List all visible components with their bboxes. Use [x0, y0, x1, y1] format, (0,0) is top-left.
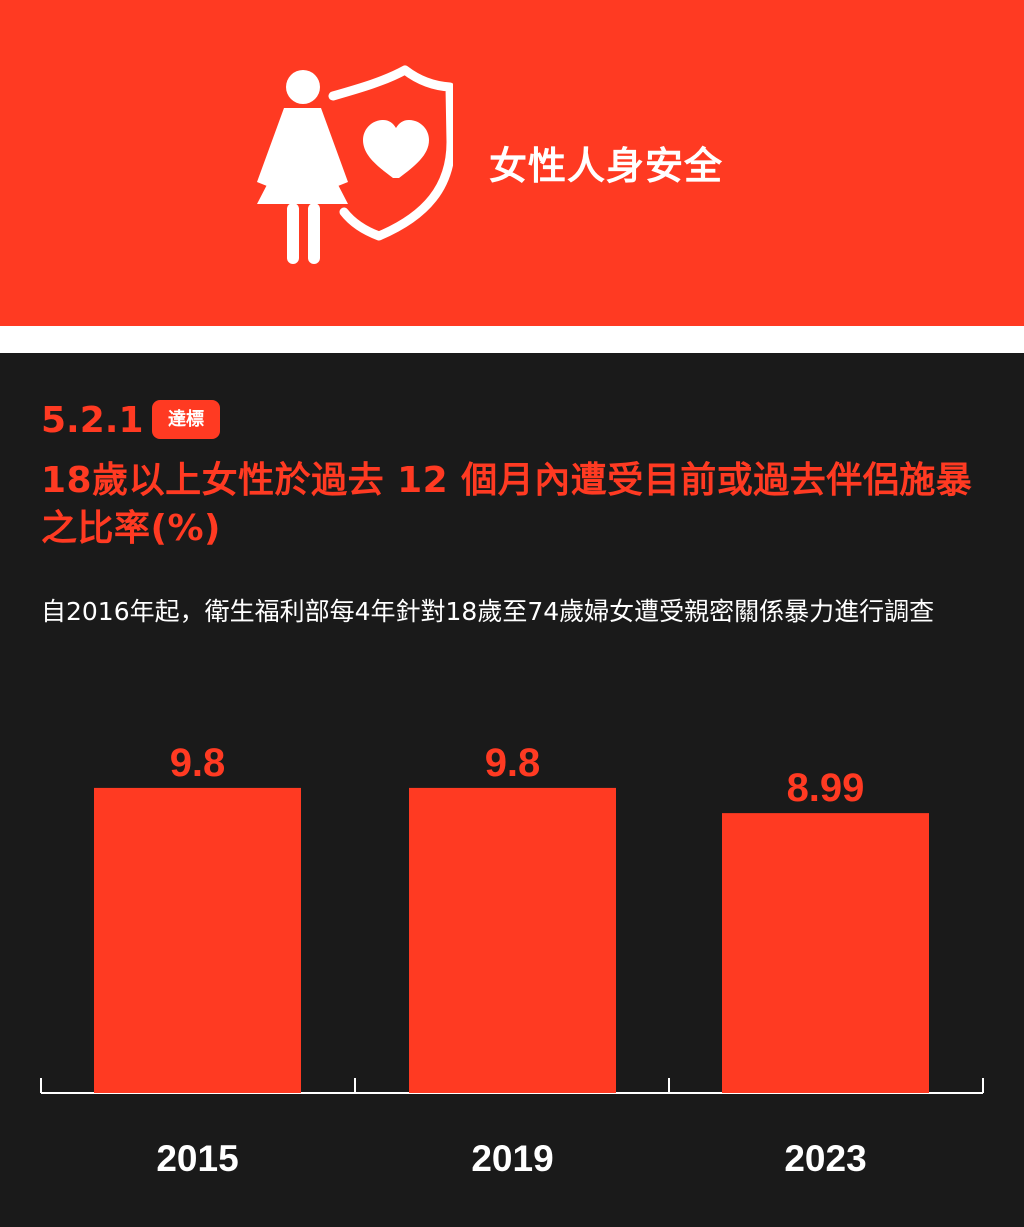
- infographic-page: 女性人身安全 5.2.1 達標 18歲以上女性於過去 12 個月內遭受目前或過去…: [0, 0, 1024, 1227]
- bar-chart: 9.8 2015 9.8 2019 8.99 2023: [40, 741, 984, 1179]
- data-label-2019: 9.8: [485, 741, 541, 785]
- bar-2023: [722, 813, 929, 1093]
- status-badge: 達標: [152, 400, 220, 439]
- x-tick-label-2015: 2015: [156, 1138, 238, 1179]
- section-divider: [0, 326, 1024, 353]
- bar-2015: [94, 787, 301, 1093]
- page-title: 女性人身安全: [489, 144, 724, 188]
- x-tick-label-2023: 2023: [784, 1138, 866, 1179]
- bar-2019: [409, 787, 616, 1093]
- indicator-note: 自2016年起，衛生福利部每4年針對18歲至74歲婦女遭受親密關係暴力進行調查: [41, 597, 935, 626]
- indicator-title: 18歲以上女性於過去 12 個月內遭受目前或過去伴侶施暴之比率(%): [41, 460, 973, 549]
- woman-shield-heart-icon: [253, 62, 456, 264]
- data-label-2015: 9.8: [170, 741, 226, 785]
- header-banner: 女性人身安全: [0, 0, 1024, 326]
- data-label-2023: 8.99: [787, 766, 865, 810]
- indicator-code: 5.2.1: [41, 400, 144, 441]
- x-tick-label-2019: 2019: [471, 1138, 553, 1179]
